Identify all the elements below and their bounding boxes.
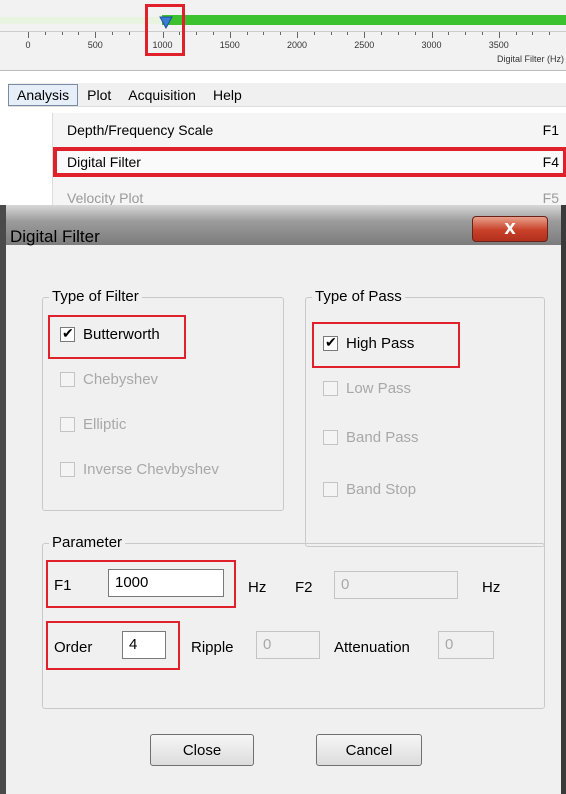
checkbox-box	[323, 381, 338, 396]
ruler-tick-label: 1500	[219, 40, 240, 50]
ruler-major-tick	[364, 32, 366, 38]
ruler-major-tick	[95, 32, 97, 38]
group-title: Type of Filter	[49, 288, 142, 305]
attenuation-label: Attenuation	[334, 639, 410, 656]
highlight-high-pass	[312, 322, 460, 368]
checkbox-box	[323, 482, 338, 497]
f2-unit: Hz	[482, 579, 501, 596]
ruler-minor-tick	[448, 32, 450, 35]
checkbox-low-pass[interactable]: Low Pass	[323, 380, 411, 397]
ruler-axis-label: Digital Filter (Hz)	[496, 54, 564, 64]
checkbox-inverse-chebyshev[interactable]: Inverse Chevbyshev	[60, 461, 219, 478]
checkbox-label: Elliptic	[83, 416, 127, 433]
ruler-minor-tick	[397, 32, 399, 35]
ripple-input[interactable]: 0	[256, 631, 320, 659]
f2-label: F2	[295, 579, 313, 596]
attenuation-input[interactable]: 0	[438, 631, 494, 659]
menuitem-label: Velocity Plot	[67, 190, 144, 205]
menu-help[interactable]: Help	[205, 85, 250, 105]
dialog-title: Digital Filter	[10, 227, 100, 246]
ruler-tick-label: 3500	[488, 40, 509, 50]
ruler-major-tick	[431, 32, 433, 38]
ruler-tick-label: 3000	[421, 40, 442, 50]
ruler-minor-tick	[280, 32, 282, 35]
digital-filter-dialog: Digital Filter X Type of Filter Butterwo…	[0, 205, 566, 794]
menuitem-shortcut: F4	[542, 154, 559, 170]
ruler-minor-tick	[212, 32, 214, 35]
ruler-major-tick	[229, 32, 231, 38]
checkbox-label: Low Pass	[346, 380, 412, 397]
group-title: Type of Pass	[312, 288, 405, 305]
menuitem-digital-filter[interactable]: Digital Filter F4	[53, 147, 566, 177]
ruler-minor-tick	[78, 32, 80, 35]
ruler-minor-tick	[112, 32, 114, 35]
ruler-tick-label: 0	[25, 40, 31, 50]
checkbox-box	[323, 430, 338, 445]
menuitem-shortcut: F5	[542, 190, 559, 205]
menubar: Analysis Plot Acquisition Help	[8, 83, 566, 107]
checkbox-band-pass[interactable]: Band Pass	[323, 429, 419, 446]
menuitem-label: Digital Filter	[67, 154, 141, 170]
ruler-major-tick	[28, 32, 29, 38]
f1-unit: Hz	[248, 579, 267, 596]
highlight-f1	[46, 560, 236, 608]
highlight-order	[46, 621, 180, 670]
menuitem-shortcut: F1	[542, 122, 559, 138]
ruler-minor-tick	[465, 32, 467, 35]
checkbox-label: Chebyshev	[83, 371, 159, 388]
analysis-dropdown: Depth/Frequency Scale F1 Digital Filter …	[52, 113, 566, 205]
ruler-minor-tick	[532, 32, 534, 35]
passband-bar	[162, 15, 566, 25]
f2-input[interactable]: 0	[334, 571, 458, 599]
ruler-minor-tick	[347, 32, 349, 35]
ruler-minor-tick	[313, 32, 315, 35]
menu-acquisition[interactable]: Acquisition	[120, 85, 204, 105]
cancel-button[interactable]: Cancel	[316, 734, 422, 766]
checkbox-chebyshev[interactable]: Chebyshev	[60, 371, 158, 388]
checkbox-band-stop[interactable]: Band Stop	[323, 481, 416, 498]
ruler-major-tick	[297, 32, 298, 38]
ruler-minor-tick	[549, 32, 551, 35]
ruler-minor-tick	[330, 32, 332, 35]
ruler-major-tick	[498, 32, 500, 38]
ruler-tick-label: 2000	[286, 40, 308, 50]
ruler-minor-tick	[481, 32, 483, 35]
stopband-bar	[0, 17, 162, 24]
menuitem-velocity-plot[interactable]: Velocity Plot F5	[53, 185, 566, 205]
ruler-minor-tick	[263, 32, 265, 35]
ruler-minor-tick	[196, 32, 198, 35]
close-icon[interactable]: X	[472, 216, 548, 242]
checkbox-box	[60, 417, 75, 432]
checkbox-box	[60, 372, 75, 387]
frequency-ruler: 0 500 1000 1500 2000 2500 3000 3500 Digital Fil…	[0, 0, 566, 70]
group-title: Parameter	[49, 534, 126, 551]
highlight-butterworth	[48, 315, 186, 359]
ruler-tick-label: 2500	[354, 40, 375, 50]
ruler-tick-label: 500	[87, 40, 103, 50]
menuitem-label: Depth/Frequency Scale	[67, 122, 214, 138]
ruler-minor-tick	[381, 32, 383, 35]
ruler-minor-tick	[246, 32, 248, 35]
checkbox-label: Band Stop	[346, 481, 417, 498]
dialog-body: Type of Filter Butterworth Chebyshev Ell…	[14, 249, 555, 794]
checkbox-box	[60, 462, 75, 477]
ruler-minor-tick	[128, 32, 130, 35]
ruler-minor-tick	[414, 32, 416, 35]
checkbox-label: Inverse Chevbyshev	[83, 461, 219, 478]
ripple-label: Ripple	[191, 639, 234, 656]
ruler-minor-tick	[515, 32, 517, 35]
menu-plot[interactable]: Plot	[79, 85, 119, 105]
checkbox-label: Band Pass	[346, 429, 419, 446]
ruler-minor-tick	[61, 32, 63, 35]
highlight-cutoff	[145, 4, 185, 56]
menuitem-depth-frequency-scale[interactable]: Depth/Frequency Scale F1	[53, 117, 566, 143]
dialog-titlebar[interactable]: Digital Filter X	[6, 205, 561, 246]
menu-panel: Analysis Plot Acquisition Help Depth/Fre…	[0, 70, 566, 205]
checkbox-elliptic[interactable]: Elliptic	[60, 416, 126, 433]
ruler-minor-tick	[44, 32, 46, 35]
close-button[interactable]: Close	[150, 734, 254, 766]
menu-analysis[interactable]: Analysis	[8, 83, 79, 106]
